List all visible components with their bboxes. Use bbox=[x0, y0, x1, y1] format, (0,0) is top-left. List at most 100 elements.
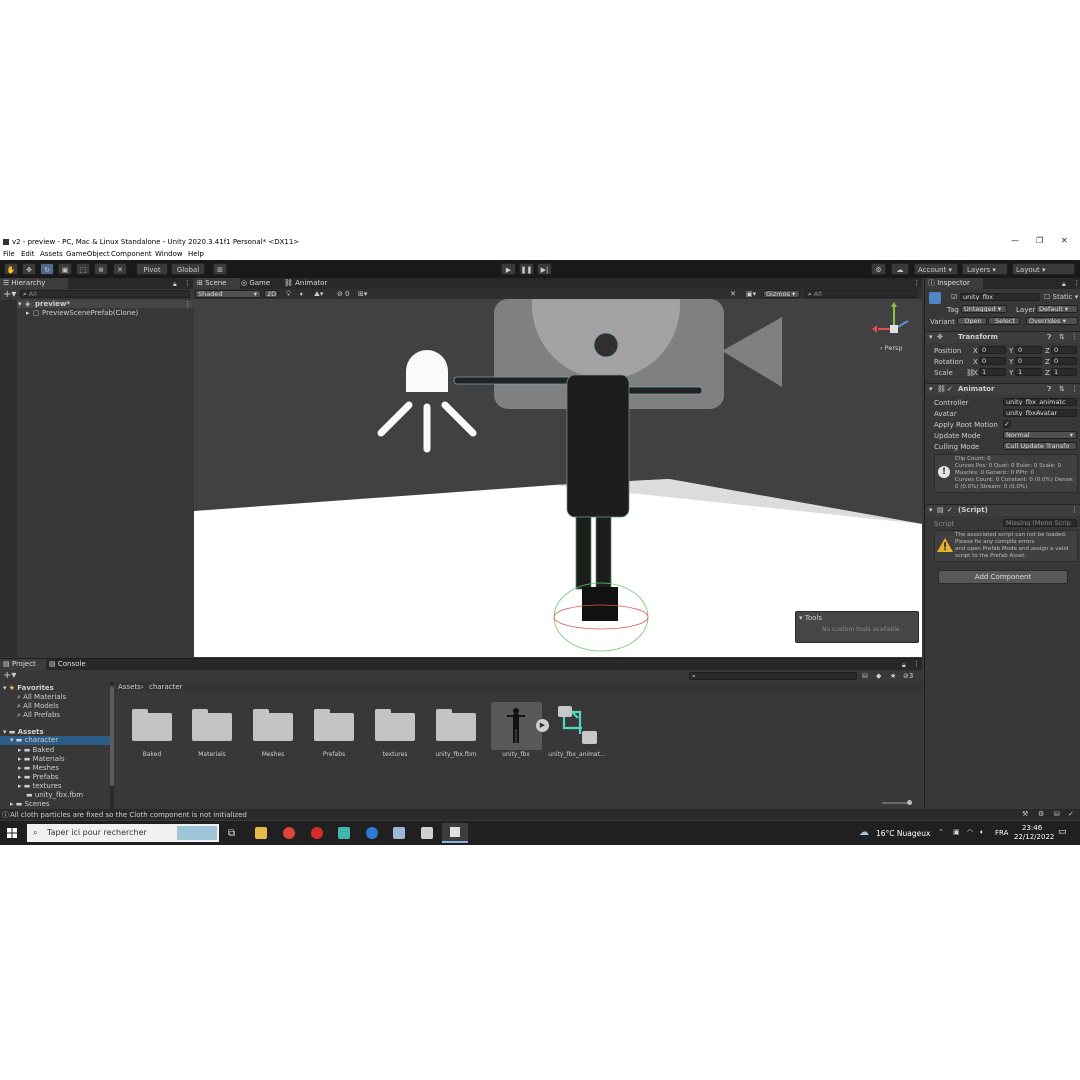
tree-folder-item[interactable]: ▸ ▬ Prefabs bbox=[18, 773, 59, 781]
camera-settings-icon[interactable]: ▣▾ bbox=[746, 290, 756, 298]
tab-console[interactable]: ▤ Console bbox=[46, 659, 92, 670]
grid-snap-icon[interactable]: ⊞ bbox=[213, 263, 227, 275]
tab-game[interactable]: ◎ Game bbox=[238, 278, 280, 289]
presets-icon[interactable]: ⇅ bbox=[1059, 333, 1065, 341]
tree-scrollbar[interactable] bbox=[110, 682, 114, 809]
tree-folder-item[interactable]: ▸ ▬ Baked bbox=[18, 746, 54, 754]
maximize-button[interactable]: ❐ bbox=[1036, 236, 1043, 245]
culling-mode-dropdown[interactable]: Cull Update Transfo bbox=[1003, 442, 1077, 450]
taskbar-search-input[interactable]: ⌕ Taper ici pour rechercher bbox=[27, 824, 219, 842]
scene-more-icon[interactable]: ⋮ bbox=[184, 300, 191, 308]
lock-icon[interactable]: 🔒︎ bbox=[173, 280, 177, 289]
character-foldout[interactable]: ▾ ▬ character bbox=[10, 736, 58, 744]
clock-date[interactable]: 22/12/2022 bbox=[1014, 833, 1054, 841]
inspector-lock-icon[interactable]: 🔒︎ bbox=[1062, 280, 1066, 289]
tree-folder-item[interactable]: ▸ ▬ textures bbox=[18, 782, 62, 790]
hierarchy-item[interactable]: ▸ ▢ PreviewScenePrefab(Clone) bbox=[17, 309, 193, 317]
script-foldout-icon[interactable]: ▾ bbox=[929, 506, 933, 514]
tab-animator[interactable]: ⛓ Animator bbox=[281, 278, 332, 289]
layers-dropdown[interactable]: Layers ▾ bbox=[962, 263, 1008, 275]
breadcrumb-assets[interactable]: Assets bbox=[118, 683, 141, 691]
project-lock-icon[interactable]: 🔒︎ bbox=[902, 661, 906, 670]
folder-icon[interactable] bbox=[252, 706, 294, 742]
tab-project[interactable]: ▤ Project bbox=[0, 659, 46, 670]
open-prefab-button[interactable]: Open bbox=[957, 317, 987, 325]
menu-gameobject[interactable]: GameObject bbox=[66, 250, 110, 258]
breadcrumb-character[interactable]: character bbox=[149, 683, 183, 691]
scene-more-icon[interactable]: ⋮ bbox=[913, 279, 920, 287]
language-indicator[interactable]: FRA bbox=[995, 829, 1008, 837]
hierarchy-search-input[interactable]: ⌕ All bbox=[20, 290, 190, 298]
c-app-icon[interactable] bbox=[366, 827, 378, 839]
character-folder-row[interactable]: ▾ ▬ character bbox=[0, 736, 110, 745]
menu-help[interactable]: Help bbox=[188, 250, 204, 258]
folder-icon[interactable] bbox=[313, 706, 355, 742]
foldout-arrow-icon[interactable]: ▾ bbox=[929, 333, 933, 341]
model-thumbnail[interactable] bbox=[491, 702, 542, 750]
folder-icon[interactable] bbox=[191, 706, 233, 742]
hidden-packages-icon[interactable]: ⊘3 bbox=[903, 672, 913, 680]
scene-viewport[interactable] bbox=[194, 299, 922, 657]
animator-controller-icon[interactable] bbox=[556, 704, 600, 748]
clock-time[interactable]: 23:46 bbox=[1022, 824, 1042, 832]
tree-folder-item[interactable]: ▸ ▬ Meshes bbox=[18, 764, 59, 772]
shading-dropdown[interactable]: Shaded ▾ bbox=[195, 290, 261, 298]
close-button[interactable]: ✕ bbox=[1061, 236, 1068, 245]
cache-icon[interactable]: ⛁ bbox=[1054, 810, 1060, 818]
animator-header[interactable]: ▾ ⛓ ✓ Animator ❓︎ ⇅ ⋮ bbox=[926, 383, 1080, 395]
position-x-field[interactable]: 0 bbox=[979, 346, 1006, 354]
wifi-icon[interactable]: ◠ bbox=[967, 828, 973, 836]
controller-field[interactable]: unity_fbx_animatc bbox=[1003, 398, 1077, 406]
play-button[interactable]: ▶ bbox=[501, 263, 516, 275]
root-motion-checkbox[interactable]: ✓ bbox=[1003, 420, 1011, 428]
effects-icon[interactable]: ⛰▾ bbox=[314, 290, 323, 299]
folder-icon[interactable] bbox=[374, 706, 416, 742]
rotation-z-field[interactable]: 0 bbox=[1051, 357, 1077, 365]
favorites-foldout[interactable]: ▾ ★ Favorites bbox=[3, 684, 54, 692]
animator-help-icon[interactable]: ❓︎ bbox=[1047, 385, 1051, 394]
unity-editor-task-icon[interactable] bbox=[442, 823, 468, 843]
avatar-field[interactable]: unity_fbxAvatar bbox=[1003, 409, 1077, 417]
grid-icon[interactable]: ⊞▾ bbox=[358, 290, 367, 298]
scene-row[interactable]: ▾ ◈ preview* ⋮ bbox=[17, 300, 193, 308]
gizmos-dropdown[interactable]: Gizmos ▾ bbox=[763, 290, 800, 298]
scale-x-field[interactable]: 1 bbox=[979, 368, 1006, 376]
layout-dropdown[interactable]: Layout ▾ bbox=[1012, 263, 1075, 275]
filter-type-icon[interactable]: ⛁ bbox=[862, 672, 868, 680]
hidden-objects-icon[interactable]: ⊘ 0 bbox=[337, 290, 350, 298]
project-search-input[interactable]: ⌕ bbox=[689, 672, 857, 680]
layer-dropdown[interactable]: Default ▾ bbox=[1036, 305, 1078, 313]
move-tool-icon[interactable]: ✥ bbox=[22, 263, 36, 275]
status-message[interactable]: All cloth particles are fixed so the Clo… bbox=[10, 811, 247, 819]
overrides-dropdown[interactable]: Overrides ▾ bbox=[1026, 317, 1078, 325]
scale-z-field[interactable]: 1 bbox=[1051, 368, 1077, 376]
tools-overlay-title[interactable]: ▾ Tools bbox=[799, 614, 822, 622]
ok-check-icon[interactable]: ✓ bbox=[1068, 810, 1074, 818]
weather-text[interactable]: 16°C Nuageux bbox=[876, 829, 930, 838]
rotation-y-field[interactable]: 0 bbox=[1015, 357, 1042, 365]
favorite-item[interactable]: ⌕ All Materials bbox=[17, 693, 66, 702]
lighting-icon[interactable]: 💡︎ bbox=[286, 290, 291, 299]
favorite-item[interactable]: ⌕ All Models bbox=[17, 702, 59, 711]
animator-more-icon[interactable]: ⋮ bbox=[1071, 385, 1078, 393]
menu-assets[interactable]: Assets bbox=[40, 250, 63, 258]
zoom-slider[interactable] bbox=[882, 800, 912, 805]
tools-icon[interactable]: ✕ bbox=[730, 290, 736, 298]
debug-mode-icon[interactable]: ⚒ bbox=[1022, 810, 1028, 818]
transform-header[interactable]: ▾ ✥ Transform ❓︎ ⇅ ⋮ bbox=[926, 331, 1080, 343]
animator-presets-icon[interactable]: ⇅ bbox=[1059, 385, 1065, 393]
tray-chevron-icon[interactable]: ⌃ bbox=[938, 828, 944, 836]
m-app-icon[interactable] bbox=[338, 827, 350, 839]
global-toggle[interactable]: Global bbox=[171, 263, 205, 275]
calculator-icon[interactable] bbox=[393, 827, 405, 839]
collapse-arrow-icon[interactable]: ▸ bbox=[26, 309, 30, 317]
mode-2d-toggle[interactable]: 2D bbox=[264, 290, 278, 298]
position-z-field[interactable]: 0 bbox=[1051, 346, 1077, 354]
progress-icon[interactable]: ⚙ bbox=[1038, 810, 1044, 818]
file-explorer-icon[interactable] bbox=[255, 827, 267, 839]
update-mode-dropdown[interactable]: Normal ▾ bbox=[1003, 431, 1077, 439]
tab-inspector[interactable]: ⓘ Inspector bbox=[925, 278, 983, 289]
tree-folder-item[interactable]: ▸ ▬ Scenes bbox=[10, 800, 50, 808]
account-dropdown[interactable]: Account ▾ bbox=[914, 263, 958, 275]
cloud-icon[interactable]: ☁ bbox=[891, 263, 909, 275]
